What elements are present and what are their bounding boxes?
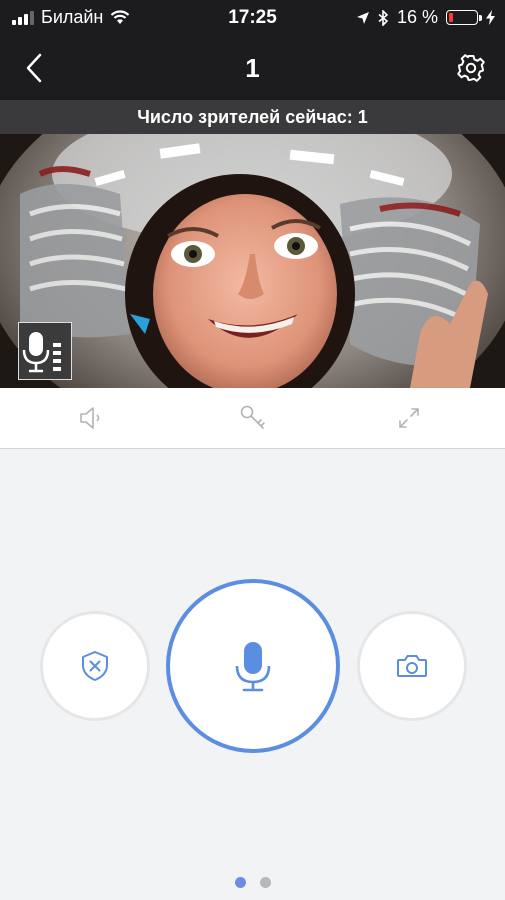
location-arrow-icon xyxy=(356,11,369,24)
battery-icon xyxy=(446,10,482,25)
nav-bar: 1 xyxy=(0,36,505,100)
snapshot-button[interactable] xyxy=(357,611,467,721)
expand-icon xyxy=(399,408,419,428)
sound-button[interactable] xyxy=(77,403,107,433)
microphone-level-icon xyxy=(22,332,61,373)
bluetooth-icon xyxy=(378,9,389,26)
talk-button[interactable] xyxy=(166,579,340,753)
page-indicator xyxy=(0,877,505,888)
page-dot[interactable] xyxy=(259,877,271,888)
page-dot[interactable] xyxy=(234,877,246,888)
microphone-icon xyxy=(235,642,271,692)
camera-icon xyxy=(397,655,427,677)
video-feed[interactable] xyxy=(0,134,505,388)
mic-status-badge xyxy=(18,322,72,380)
speaker-icon xyxy=(80,407,100,429)
status-right: 16 % xyxy=(356,7,495,28)
camera-image xyxy=(0,134,505,388)
security-button[interactable] xyxy=(40,611,150,721)
page-title: 1 xyxy=(245,53,260,83)
key-icon xyxy=(240,405,265,429)
settings-button[interactable] xyxy=(453,50,489,86)
gear-icon xyxy=(457,54,485,82)
key-button[interactable] xyxy=(238,403,268,433)
charging-bolt-icon xyxy=(486,10,495,25)
viewers-count: Число зрителей сейчас: 1 xyxy=(0,100,505,134)
battery-percent: 16 % xyxy=(396,7,438,27)
video-controls xyxy=(0,388,505,449)
fullscreen-button[interactable] xyxy=(394,403,424,433)
shield-x-icon xyxy=(82,651,108,681)
status-bar: Билайн 17:25 16 % xyxy=(0,0,505,36)
